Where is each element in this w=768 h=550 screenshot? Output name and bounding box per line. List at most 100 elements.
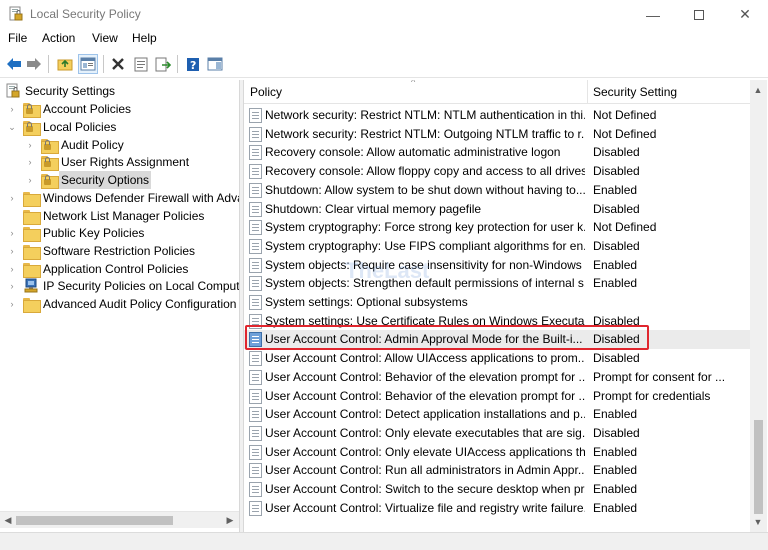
policy-row[interactable]: Network security: Restrict NTLM: NTLM au… bbox=[244, 106, 750, 125]
policy-icon bbox=[249, 145, 262, 161]
policy-row[interactable]: User Account Control: Allow UIAccess app… bbox=[244, 349, 750, 368]
menu-help[interactable]: Help bbox=[132, 31, 157, 45]
tree-item-network-list-manager-policies[interactable]: Network List Manager Policies bbox=[0, 207, 239, 225]
chevron-down-icon[interactable]: ⌄ bbox=[7, 122, 17, 132]
chevron-right-icon[interactable]: › bbox=[7, 228, 17, 238]
policy-row[interactable]: User Account Control: Virtualize file an… bbox=[244, 499, 750, 518]
policy-icon bbox=[249, 201, 262, 217]
folder-lock-icon bbox=[41, 137, 59, 154]
policy-row[interactable]: User Account Control: Only elevate execu… bbox=[244, 424, 750, 443]
tree-item-audit-policy[interactable]: › Audit Policy bbox=[0, 136, 239, 154]
chevron-right-icon[interactable]: › bbox=[25, 140, 35, 150]
policy-security-setting: Prompt for consent for ... bbox=[593, 369, 726, 384]
chevron-right-icon[interactable]: › bbox=[7, 193, 17, 203]
folder-icon bbox=[23, 190, 41, 207]
scroll-down-arrow-icon[interactable]: ▼ bbox=[752, 516, 764, 528]
policy-row[interactable]: Shutdown: Clear virtual memory pagefile D… bbox=[244, 200, 750, 219]
column-divider[interactable] bbox=[587, 80, 588, 104]
menu-action[interactable]: Action bbox=[42, 31, 75, 45]
chevron-right-icon[interactable]: › bbox=[25, 157, 35, 167]
chevron-right-icon[interactable]: › bbox=[7, 104, 17, 114]
policy-row[interactable]: User Account Control: Switch to the secu… bbox=[244, 480, 750, 499]
list-vertical-scrollbar[interactable]: ▲ ▼ bbox=[750, 80, 767, 532]
tree-horizontal-scrollbar[interactable]: ◀ ▶ bbox=[0, 511, 239, 528]
tree-item-windows-defender-firewall[interactable]: › Windows Defender Firewall with Adva bbox=[0, 189, 239, 207]
show-hide-tree-icon[interactable] bbox=[78, 54, 98, 74]
delete-icon[interactable] bbox=[108, 54, 128, 74]
tree-item-software-restriction-policies[interactable]: › Software Restriction Policies bbox=[0, 242, 239, 260]
policy-icon bbox=[249, 425, 262, 441]
policy-row[interactable]: Shutdown: Allow system to be shut down w… bbox=[244, 181, 750, 200]
policy-name: User Account Control: Only elevate execu… bbox=[265, 425, 585, 440]
scrollbar-thumb[interactable] bbox=[754, 420, 763, 514]
chevron-right-icon[interactable]: › bbox=[7, 299, 17, 309]
policy-name: Network security: Restrict NTLM: Outgoin… bbox=[265, 126, 585, 141]
column-header-policy[interactable]: Policy bbox=[250, 85, 282, 99]
policy-row[interactable]: User Account Control: Detect application… bbox=[244, 405, 750, 424]
policy-row[interactable]: System cryptography: Use FIPS compliant … bbox=[244, 237, 750, 256]
chevron-right-icon[interactable]: › bbox=[7, 264, 17, 274]
policy-row[interactable]: User Account Control: Only elevate UIAcc… bbox=[244, 443, 750, 462]
policy-row[interactable]: Network security: Restrict NTLM: Outgoin… bbox=[244, 125, 750, 144]
tree-item-user-rights-assignment[interactable]: › User Rights Assignment bbox=[0, 153, 239, 171]
policy-security-setting: Enabled bbox=[593, 463, 638, 478]
policy-security-setting: Enabled bbox=[593, 276, 638, 291]
scroll-up-arrow-icon[interactable]: ▲ bbox=[752, 84, 764, 96]
policy-row[interactable]: User Account Control: Run all administra… bbox=[244, 461, 750, 480]
policy-row[interactable]: Recovery console: Allow automatic admini… bbox=[244, 143, 750, 162]
policy-row[interactable]: System settings: Optional subsystems bbox=[244, 293, 750, 312]
policy-security-setting: Enabled bbox=[593, 482, 638, 496]
export-list-icon[interactable] bbox=[153, 54, 173, 74]
tree-item-account-policies[interactable]: › Account Policies bbox=[0, 100, 239, 118]
status-bar bbox=[0, 532, 768, 550]
policy-icon bbox=[249, 463, 262, 479]
policy-row[interactable]: User Account Control: Behavior of the el… bbox=[244, 368, 750, 387]
policy-security-setting: Prompt for credentials bbox=[593, 388, 711, 403]
tree-item-application-control-policies[interactable]: › Application Control Policies bbox=[0, 260, 239, 278]
list-header: ^ Policy Security Setting bbox=[244, 80, 750, 104]
forward-arrow-icon[interactable] bbox=[24, 54, 44, 74]
policy-row[interactable]: System objects: Strengthen default permi… bbox=[244, 274, 750, 293]
policy-row[interactable]: User Account Control: Behavior of the el… bbox=[244, 387, 750, 406]
action-pane-icon[interactable] bbox=[205, 54, 225, 74]
policy-icon bbox=[249, 220, 262, 236]
policy-icon bbox=[249, 257, 262, 273]
chevron-right-icon[interactable]: › bbox=[25, 175, 35, 185]
minimize-button[interactable]: — bbox=[630, 0, 676, 29]
tree-item-public-key-policies[interactable]: › Public Key Policies bbox=[0, 224, 239, 242]
up-folder-icon[interactable] bbox=[55, 54, 75, 74]
policy-security-setting: Disabled bbox=[593, 351, 640, 366]
scroll-left-arrow-icon[interactable]: ◀ bbox=[2, 514, 14, 526]
back-arrow-icon[interactable] bbox=[4, 54, 24, 74]
tree-item-security-options[interactable]: › Security Options bbox=[0, 171, 239, 189]
policy-name: User Account Control: Virtualize file an… bbox=[265, 500, 585, 515]
maximize-button[interactable] bbox=[676, 0, 722, 29]
tree-item-advanced-audit-policy-configuration[interactable]: › Advanced Audit Policy Configuration bbox=[0, 295, 239, 313]
policy-name: User Account Control: Switch to the secu… bbox=[265, 482, 585, 496]
policy-icon bbox=[249, 182, 262, 198]
toolbar: ? bbox=[0, 50, 768, 78]
chevron-right-icon[interactable]: › bbox=[7, 281, 17, 291]
policy-icon bbox=[249, 164, 262, 180]
column-header-security-setting[interactable]: Security Setting bbox=[593, 85, 677, 99]
policy-security-setting: Disabled bbox=[593, 425, 640, 440]
tree-item-local-policies[interactable]: ⌄ Local Policies bbox=[0, 118, 239, 136]
tree-item-ip-security-policies[interactable]: › IP Security Policies on Local Compute bbox=[0, 277, 239, 295]
close-button[interactable]: ✕ bbox=[722, 0, 768, 29]
properties-icon[interactable] bbox=[131, 54, 151, 74]
policy-icon bbox=[249, 369, 262, 385]
help-icon[interactable]: ? bbox=[183, 54, 203, 74]
policy-security-setting: Disabled bbox=[593, 201, 640, 216]
scrollbar-thumb[interactable] bbox=[16, 516, 173, 525]
folder-lock-icon bbox=[41, 172, 59, 189]
menu-file[interactable]: File bbox=[8, 31, 27, 45]
tree-item-security-settings[interactable]: Security Settings bbox=[0, 82, 239, 100]
scroll-right-arrow-icon[interactable]: ▶ bbox=[224, 514, 236, 526]
policy-row[interactable]: Recovery console: Allow floppy copy and … bbox=[244, 162, 750, 181]
policy-row[interactable]: System objects: Require case insensitivi… bbox=[244, 256, 750, 275]
policy-security-setting: Enabled bbox=[593, 257, 638, 272]
tree-item-label: Account Policies bbox=[43, 102, 132, 116]
policy-row[interactable]: System cryptography: Force strong key pr… bbox=[244, 218, 750, 237]
chevron-right-icon[interactable]: › bbox=[7, 246, 17, 256]
menu-view[interactable]: View bbox=[92, 31, 118, 45]
